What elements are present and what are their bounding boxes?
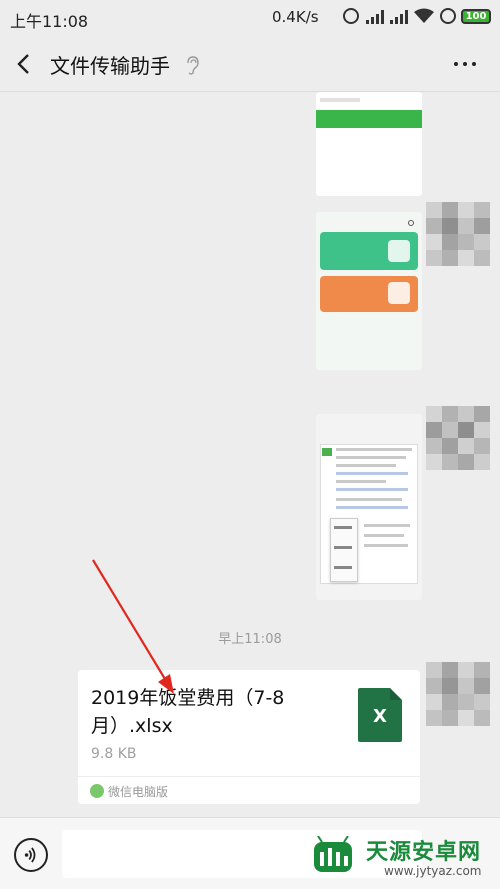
voice-input-icon[interactable] <box>14 838 48 872</box>
image-thumbnail <box>316 110 422 128</box>
message-timestamp: 早上11:08 <box>218 632 282 647</box>
file-size: 9.8 KB <box>91 746 137 762</box>
ear-icon <box>187 56 199 75</box>
cell-signal-icon <box>366 10 384 24</box>
network-speed: 0.4K/s <box>272 8 319 26</box>
more-options-icon[interactable] <box>452 60 478 68</box>
avatar[interactable] <box>426 662 490 726</box>
image-message[interactable] <box>316 212 422 370</box>
site-watermark: 天源安卓网 www.jytyaz.com <box>306 832 496 882</box>
image-message[interactable] <box>316 92 422 196</box>
wechat-pc-icon <box>90 784 104 798</box>
excel-file-icon-letter: X <box>373 706 387 727</box>
charging-icon <box>440 8 456 24</box>
status-bar: 上午11:08 0.4K/s 100 <box>0 0 500 36</box>
image-message[interactable] <box>316 414 422 600</box>
avatar[interactable] <box>426 406 490 470</box>
avatar[interactable] <box>426 202 490 266</box>
watermark-url: www.jytyaz.com <box>384 864 482 878</box>
battery-icon: 100 <box>461 9 491 24</box>
file-message-card[interactable]: 2019年饭堂费用（7-8月）.xlsx 9.8 KB X 微信电脑版 <box>78 670 420 804</box>
alarm-icon <box>343 8 359 24</box>
back-arrow-icon[interactable] <box>14 52 36 76</box>
wifi-icon <box>414 8 434 23</box>
message-input-bar: 天源安卓网 www.jytyaz.com <box>0 817 500 889</box>
chat-area[interactable]: 早上11:08 2019年饭堂费用（7-8月）.xlsx 9.8 KB X 微信… <box>0 92 500 817</box>
chat-title: 文件传输助手 <box>50 54 170 78</box>
file-source-footer: 微信电脑版 <box>78 776 420 804</box>
watermark-text: 天源安卓网 <box>366 840 482 865</box>
file-name: 2019年饭堂费用（7-8月）.xlsx <box>91 687 285 737</box>
excel-file-icon: X <box>358 688 402 742</box>
chat-header: 文件传输助手 <box>0 36 500 92</box>
watermark-logo-icon <box>314 836 352 872</box>
status-time: 上午11:08 <box>10 12 89 31</box>
cell-signal-icon <box>390 10 408 24</box>
file-source-label: 微信电脑版 <box>108 785 169 799</box>
